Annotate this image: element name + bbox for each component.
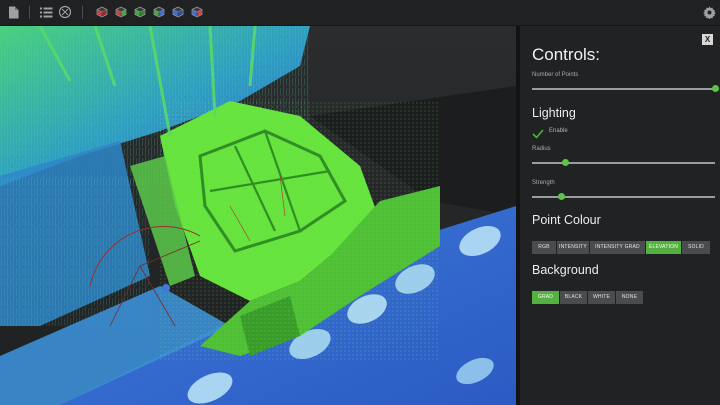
background-black-button[interactable]: BLACK [560, 291, 587, 304]
enable-lighting-checkbox[interactable] [532, 126, 544, 139]
panel-title: Controls: [532, 45, 601, 64]
background-title: Background [532, 263, 599, 277]
colour-intensity-grad-button[interactable]: INTENSITY GRAD [590, 241, 645, 254]
background-grad-button[interactable]: GRAD [532, 291, 559, 304]
cube-green-icon[interactable] [133, 5, 147, 19]
colour-elevation-button[interactable]: ELEVATION [646, 241, 681, 254]
cube-red-green-icon[interactable] [114, 5, 128, 19]
cube-green-blue-icon[interactable] [152, 5, 166, 19]
radius-slider-knob[interactable] [561, 159, 569, 166]
list-icon[interactable] [39, 5, 53, 19]
background-options: GRAD BLACK WHITE NONE [532, 291, 643, 304]
points-slider[interactable] [532, 85, 719, 93]
background-none-button[interactable]: NONE [616, 291, 643, 304]
close-panel-button[interactable]: X [702, 34, 713, 45]
colour-intensity-button[interactable]: INTENSITY [557, 241, 589, 254]
points-label: Number of Points [532, 72, 579, 78]
point-colour-options: RGB INTENSITY INTENSITY GRAD ELEVATION SOLID [532, 241, 710, 254]
cube-blue-red-icon[interactable] [190, 5, 204, 19]
building-cloud [130, 101, 440, 361]
file-icon[interactable] [6, 5, 20, 19]
point-colour-title: Point Colour [532, 213, 601, 227]
cube-red-icon[interactable] [95, 5, 109, 19]
points-slider-knob[interactable] [712, 85, 719, 92]
cube-blue-icon[interactable] [171, 5, 185, 19]
gear-icon[interactable] [702, 5, 716, 19]
zoom-extents-icon[interactable] [58, 5, 72, 19]
radius-label: Radius [532, 146, 551, 152]
radius-slider[interactable] [532, 159, 715, 167]
toolbar-separator [29, 6, 30, 19]
toolbar-separator [82, 6, 83, 19]
lighting-title: Lighting [532, 106, 576, 120]
controls-panel: X Controls: Number of Points Lighting En… [516, 26, 720, 405]
colour-solid-button[interactable]: SOLID [682, 241, 710, 254]
strength-label: Strength [532, 180, 555, 186]
toolbar [0, 0, 720, 26]
strength-slider[interactable] [532, 193, 715, 201]
background-white-button[interactable]: WHITE [588, 291, 615, 304]
colour-rgb-button[interactable]: RGB [532, 241, 556, 254]
point-cloud-viewport[interactable] [0, 26, 516, 405]
enable-lighting-label: Enable [549, 128, 568, 134]
strength-slider-knob[interactable] [558, 193, 566, 200]
checkmark-icon [532, 129, 544, 139]
